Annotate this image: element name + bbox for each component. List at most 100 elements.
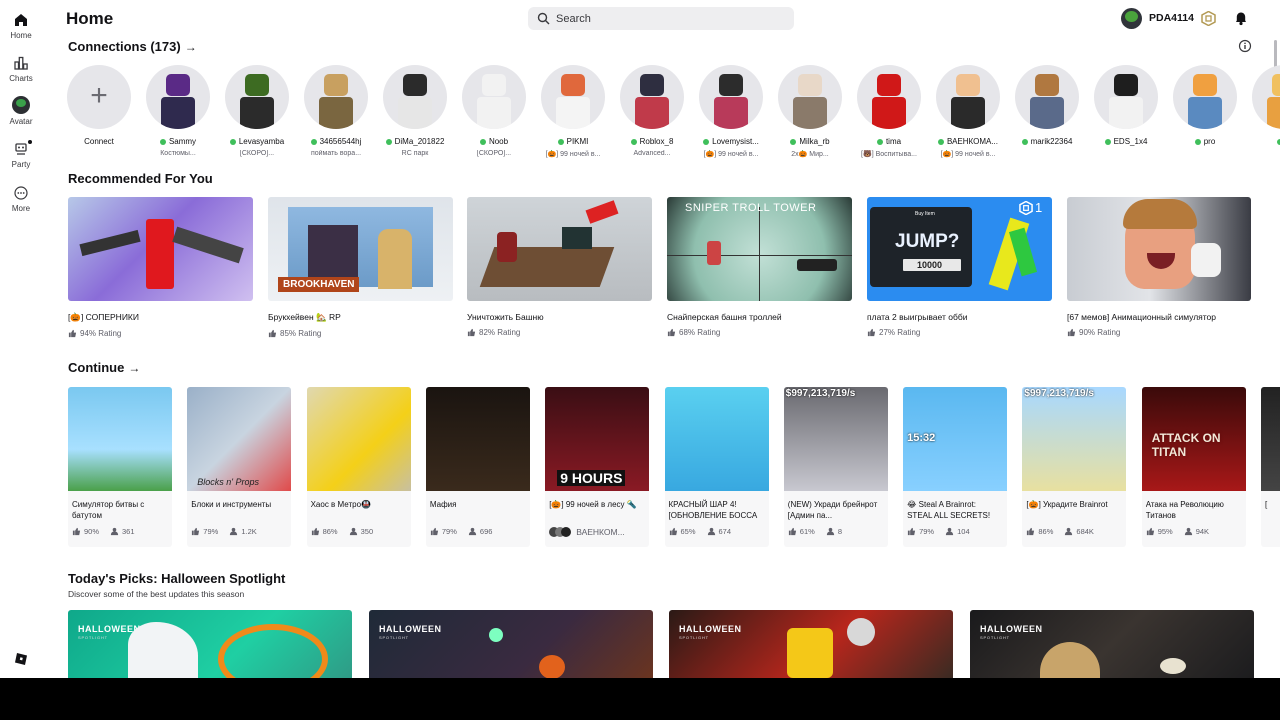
info-icon[interactable]	[1238, 39, 1252, 53]
connection-item[interactable]: Roblox_8 Advanced...	[619, 65, 685, 157]
connection-avatar	[462, 65, 526, 129]
connection-name: pro	[1172, 137, 1238, 146]
game-card[interactable]: BROOKHAVEN Брукхейвен 🏡 RP 85% Rating	[268, 197, 453, 338]
game-card[interactable]: SNIPER TROLL TOWER Снайперская башня тро…	[667, 197, 852, 337]
game-card[interactable]: Blocks n' Props Блоки и инструменты 79% 1.2…	[187, 387, 292, 547]
game-thumbnail: Buy Item JUMP? 10000 1	[867, 197, 1052, 301]
game-card[interactable]: Уничтожить Башню 82% Rating	[467, 197, 652, 337]
game-title: КРАСНЫЙ ШАР 4! [ОБНОВЛЕНИЕ БОССА	[668, 500, 758, 520]
thumbs-up-icon	[1146, 527, 1154, 536]
connection-item[interactable]: Milka_rb 2х🎃 Мир...	[777, 65, 843, 158]
connection-status: [🐻] Воспитыва...	[861, 151, 917, 158]
game-title: Хаос в Метро🚇	[310, 500, 371, 509]
robux-icon[interactable]	[1201, 11, 1216, 26]
search-bar[interactable]	[528, 7, 794, 30]
continue-title: Continue	[68, 360, 125, 375]
username[interactable]: PDA4114	[1149, 12, 1194, 24]
game-title: [🎃] 99 ночей в лесу 🔦	[549, 500, 637, 509]
game-card[interactable]: Мафия 79% 696	[425, 387, 530, 547]
online-indicator	[310, 138, 317, 145]
game-card[interactable]: 15:32 😂 Steal A Brainrot: STEAL ALL SECRE…	[903, 387, 1008, 547]
game-card[interactable]: Хаос в Метро🚇 86% 350	[306, 387, 411, 547]
sidebar-item-home[interactable]: Home	[0, 12, 42, 40]
thumbnail-overlay-text: 10000	[917, 260, 943, 270]
thumbs-up-icon	[68, 329, 77, 338]
connection-item[interactable]: EDS_1x4	[1093, 65, 1159, 150]
players-icon	[946, 527, 954, 536]
connection-name: EDS_1x4	[1093, 137, 1159, 146]
thumbs-up-icon	[311, 527, 319, 536]
players-icon	[349, 527, 357, 536]
game-card[interactable]: $997,213,719/s [🎃] Украдите Brainrot 86% 68…	[1022, 387, 1127, 547]
connection-item[interactable]: marik22364	[1014, 65, 1080, 150]
connection-avatar	[1252, 65, 1280, 129]
recommended-title: Recommended For You	[68, 171, 213, 186]
spotlight-card[interactable]: HALLOWEEN SPOTLIGHT	[369, 610, 653, 678]
connection-item[interactable]: Lovemysist... [🎃] 99 ночей в...	[698, 65, 764, 158]
connection-item[interactable]: ВАЕНКОМА... [🎃] 99 ночей в...	[935, 65, 1001, 158]
game-card[interactable]: [🎃] СОПЕРНИКИ 94% Rating	[68, 197, 253, 338]
sidebar-item-party[interactable]: Party	[0, 140, 42, 169]
connection-item[interactable]: 34656544hj поймать вора...	[303, 65, 369, 157]
connection-avatar	[936, 65, 1000, 129]
game-card[interactable]: [	[1261, 387, 1280, 547]
thumbnail-overlay-text: 15:32	[907, 432, 936, 444]
players-icon	[1065, 527, 1073, 536]
connection-item[interactable]: Levasyamba [СКОРО]...	[224, 65, 290, 157]
connection-item[interactable]: pro	[1172, 65, 1238, 150]
connection-item[interactable]: DiMa_201822 RC парк	[382, 65, 448, 157]
game-card[interactable]: $997,213,719/s (NEW) Укради брейнрот [Адм…	[783, 387, 888, 547]
thumbs-up-icon	[72, 527, 81, 536]
players-icon	[110, 527, 119, 536]
thumbs-up-icon	[788, 527, 796, 536]
connection-item[interactable]: It	[1251, 65, 1280, 150]
connection-name: Levasyamba	[224, 137, 290, 146]
game-card[interactable]: КРАСНЫЙ ШАР 4! [ОБНОВЛЕНИЕ БОССА 65% 674	[664, 387, 769, 547]
game-card[interactable]: ATTACK ON TITAN Атака на Революцию Титано…	[1141, 387, 1246, 547]
picks-subtitle: Discover some of the best updates this s…	[68, 589, 245, 599]
thumbs-up-icon	[867, 328, 876, 337]
bell-icon[interactable]	[1233, 10, 1249, 26]
game-title: [🎃] СОПЕРНИКИ	[68, 312, 139, 322]
connection-item[interactable]: Sammy Костюмы...	[145, 65, 211, 157]
connection-name: Noob	[461, 137, 527, 146]
game-title: Мафия	[429, 500, 457, 509]
connection-item[interactable]: PIKMI [🎃] 99 ночей в...	[540, 65, 606, 158]
roblox-logo-icon[interactable]	[14, 652, 28, 666]
continue-header[interactable]: Continue →	[68, 360, 140, 375]
picks-title: Today's Picks: Halloween Spotlight	[68, 571, 286, 586]
game-card[interactable]: [67 мемов] Анимационный симулятор 90% Ra…	[1067, 197, 1251, 337]
thumbnail-overlay-text: ATTACK ON TITAN	[1151, 431, 1221, 459]
connection-name: ВАЕНКОМА...	[935, 137, 1001, 146]
more-icon	[14, 186, 28, 200]
thumbnail-overlay-text: BROOKHAVEN	[278, 277, 360, 292]
thumbs-up-icon	[430, 527, 438, 536]
sidebar-item-charts[interactable]: Charts	[0, 55, 42, 83]
thumbnail-overlay-text: Blocks n' Props	[197, 477, 260, 487]
user-avatar[interactable]	[1121, 8, 1142, 29]
connect-button[interactable]: + Connect	[66, 65, 132, 146]
sidebar-item-more[interactable]: More	[0, 185, 42, 213]
sidebar-item-label: More	[11, 204, 31, 213]
game-card[interactable]: 9 HOURS [🎃] 99 ночей в лесу 🔦 ВАЕНКОМ...	[545, 387, 650, 547]
sidebar-item-label: Avatar	[9, 117, 33, 126]
spotlight-card[interactable]: HALLOWEEN SPOTLIGHT	[970, 610, 1254, 678]
sidebar-item-avatar[interactable]: Avatar	[0, 96, 42, 126]
connections-header[interactable]: Connections (173) →	[68, 39, 197, 54]
connection-avatar	[1094, 65, 1158, 129]
game-card[interactable]: Симулятор битвы с батутом 90% 361	[68, 387, 172, 547]
game-title: 😂 Steal A Brainrot: STEAL ALL SECRETS!	[907, 500, 991, 520]
game-card[interactable]: Buy Item JUMP? 10000 1 плата 2 выигрывае…	[867, 197, 1052, 337]
spotlight-sublabel: SPOTLIGHT	[980, 635, 1010, 640]
search-input[interactable]	[556, 7, 786, 30]
game-stats: 79% 104	[907, 527, 1003, 536]
connection-item[interactable]: tima [🐻] Воспитыва...	[856, 65, 922, 158]
spotlight-card[interactable]: HALLOWEEN SPOTLIGHT	[669, 610, 953, 678]
connection-item[interactable]: Noob [СКОРО]...	[461, 65, 527, 157]
game-title: (NEW) Укради брейнрот [Админ па...	[787, 500, 878, 520]
spotlight-card[interactable]: HALLOWEEN SPOTLIGHT	[68, 610, 352, 678]
game-rating: 90% Rating	[1067, 328, 1251, 337]
players-icon	[1184, 527, 1192, 536]
connection-status: [🎃] 99 ночей в...	[703, 151, 759, 158]
connection-name: marik22364	[1014, 137, 1080, 146]
